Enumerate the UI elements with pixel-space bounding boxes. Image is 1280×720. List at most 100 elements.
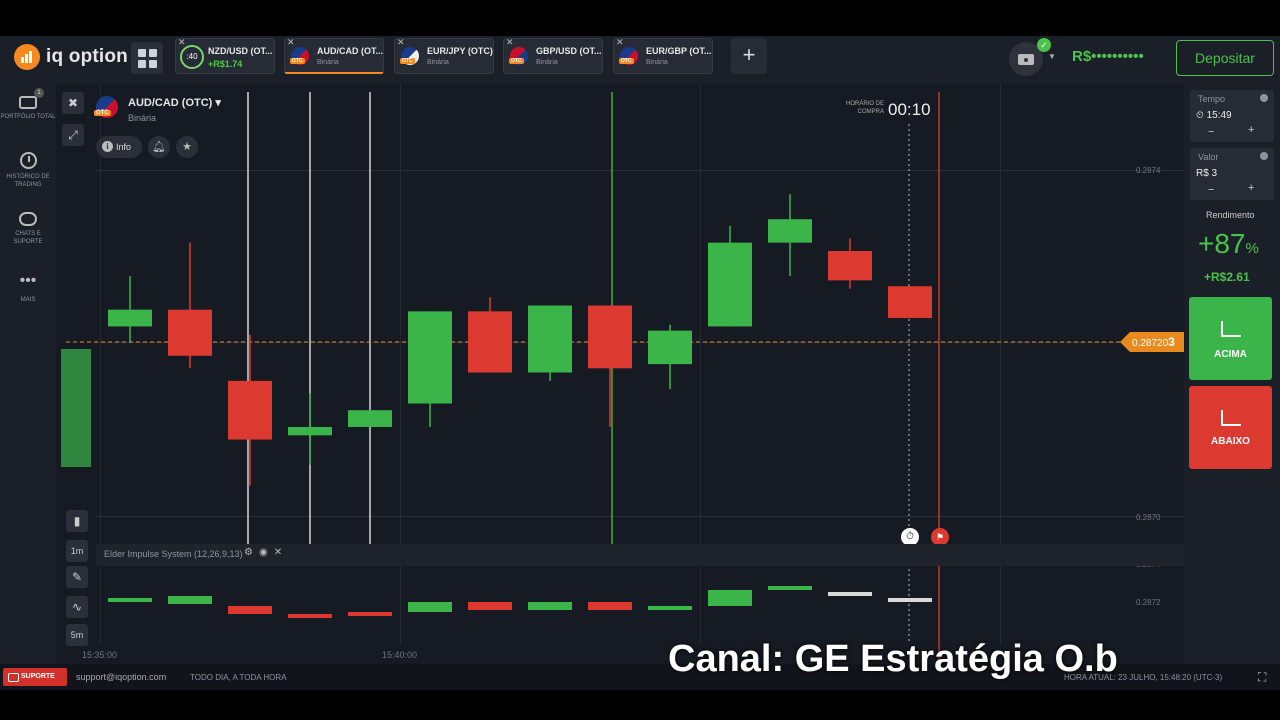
help-icon[interactable] — [1260, 152, 1268, 160]
expiry-time-field[interactable]: Tempo ⏲ 15:49 − + — [1190, 90, 1274, 142]
tab-nzd-usd[interactable]: ✕ :40 NZD/USD (OT... +R$1.74 — [175, 37, 275, 74]
indicator-label: Elder Impulse System (12,26,9,13) — [104, 549, 243, 559]
aud-cad-flag-icon: OTC — [94, 96, 118, 118]
candle-body — [168, 309, 212, 356]
help-icon[interactable] — [1260, 94, 1268, 102]
asset-selector[interactable]: AUD/CAD (OTC) ▾ — [128, 96, 221, 109]
close-tab-icon[interactable]: ✕ — [506, 37, 514, 48]
field-label: Tempo — [1198, 94, 1226, 104]
tab-type: Binária — [646, 59, 668, 66]
timeframe-1m-button[interactable]: 1m — [66, 540, 88, 562]
tab-label: EUR/GBP (OT... — [646, 46, 712, 56]
tab-label: EUR/JPY (OTC) — [427, 46, 493, 56]
expand-icon[interactable]: ⤢ — [62, 124, 84, 146]
gear-icon: ⚙ — [244, 547, 259, 558]
chevron-down-icon[interactable]: ▼ — [1048, 52, 1056, 61]
eur-jpy-flag-icon: OTC — [400, 47, 419, 65]
sidebar-item-more[interactable]: ••• MAIS — [0, 273, 56, 304]
impulse-bar — [828, 592, 872, 596]
account-balance[interactable]: R$•••••••••• — [1072, 48, 1144, 65]
close-tab-icon[interactable]: ✕ — [616, 37, 624, 48]
plus-button[interactable]: + — [1248, 124, 1254, 136]
asset-type: Binária — [128, 113, 157, 123]
aud-cad-flag-icon: OTC — [290, 47, 309, 65]
price-tick: 0.2874 — [1136, 166, 1161, 175]
price-tick: 0.2872 — [1136, 598, 1161, 607]
app-logo[interactable]: iq option — [14, 44, 128, 70]
timeframe-5m-button[interactable]: 5m — [66, 624, 88, 646]
channel-watermark: Canal: GE Estratégia O.b — [668, 638, 1118, 680]
sidebar-item-label: CHATS E SUPORTE — [13, 231, 43, 245]
support-email-link[interactable]: support@iqoption.com — [76, 672, 166, 682]
plus-button[interactable]: + — [1248, 182, 1254, 194]
support-button[interactable]: SUPORTE — [3, 668, 67, 686]
bell-icon[interactable]: 🔔︎ — [148, 136, 170, 158]
time-tick: 15:35:00 — [82, 650, 118, 660]
all-assets-grid-button[interactable] — [131, 42, 163, 74]
sidebar-item-portfolio[interactable]: 1 PORTFÓLIO TOTAL — [0, 88, 56, 121]
sidebar-item-label: MAIS — [20, 297, 36, 303]
tab-profit: +R$1.74 — [208, 59, 243, 69]
tab-type: Binária — [427, 59, 449, 66]
chart-type-button[interactable]: ▮ — [66, 510, 88, 532]
star-icon[interactable]: ★ — [176, 136, 198, 158]
close-icon: ✕ — [273, 547, 289, 558]
impulse-bar — [888, 598, 932, 602]
tab-eur-jpy[interactable]: ✕ OTC EUR/JPY (OTC) Binária — [394, 37, 494, 74]
tab-aud-cad[interactable]: ✕ OTC AUD/CAD (OT... Binária — [284, 37, 384, 74]
minus-button[interactable]: − — [1208, 126, 1214, 138]
tab-type: Binária — [536, 59, 558, 66]
impulse-bar — [228, 606, 272, 614]
sidebar-item-chat[interactable]: CHATS E SUPORTE — [0, 212, 56, 246]
briefcase-icon — [19, 96, 37, 109]
support-hours: TODO DIA, A TODA HORA — [190, 673, 287, 682]
close-tab-icon[interactable]: ✕ — [287, 37, 295, 48]
yield-percent: +87% — [1198, 228, 1259, 259]
tab-label: AUD/CAD (OT... — [317, 46, 383, 56]
sidebar-item-label: HISTÓRICO DE TRADING — [6, 174, 50, 188]
impulse-bar — [528, 602, 572, 610]
logo-icon — [14, 44, 40, 70]
candlestick-series — [61, 92, 1120, 664]
tab-gbp-usd[interactable]: ✕ OTC GBP/USD (OT... Binária — [503, 37, 603, 74]
sidebar-item-label: PORTFÓLIO TOTAL — [0, 114, 56, 120]
time-tick: 15:40:00 — [382, 650, 418, 660]
impulse-bar — [648, 606, 692, 610]
candle-body — [708, 242, 752, 327]
close-tab-icon[interactable]: ✕ — [397, 37, 405, 48]
impulse-bar — [588, 602, 632, 610]
impulse-bar — [288, 614, 332, 618]
candle-body — [588, 305, 632, 369]
fullscreen-icon[interactable]: ⛶ — [1258, 670, 1266, 685]
current-price-tag: 0.287203 — [1120, 332, 1184, 352]
candle-body — [108, 309, 152, 327]
minus-button[interactable]: − — [1208, 184, 1214, 196]
add-tab-button[interactable]: + — [731, 38, 767, 74]
field-value: R$ 3 — [1196, 168, 1218, 179]
info-button[interactable]: Info — [96, 136, 142, 158]
candle-body — [348, 410, 392, 427]
candle-body — [528, 305, 572, 373]
draw-tool-icon[interactable]: ✎ — [66, 566, 88, 588]
tab-label: GBP/USD (OT... — [536, 46, 602, 56]
call-up-button[interactable]: ACIMA — [1189, 297, 1272, 380]
deposit-button[interactable]: Depositar — [1176, 40, 1274, 76]
yield-gain: +R$2.61 — [1204, 270, 1250, 284]
portfolio-badge: 1 — [34, 88, 44, 98]
candle-body — [408, 311, 452, 404]
candle-body — [648, 330, 692, 365]
indicator-controls[interactable]: ⚙◉✕ — [244, 547, 288, 558]
impulse-bar — [108, 598, 152, 602]
amount-field[interactable]: Valor R$ 3 − + — [1190, 148, 1274, 200]
close-chart-button[interactable]: ✖ — [62, 92, 84, 114]
candle-body — [828, 251, 872, 281]
price-chart[interactable]: ✖ ⤢ OTC AUD/CAD (OTC) ▾ Binária Info 🔔︎ … — [56, 84, 1184, 664]
put-down-button[interactable]: ABAIXO — [1189, 386, 1272, 469]
tab-eur-gbp[interactable]: ✕ OTC EUR/GBP (OT... Binária — [613, 37, 713, 74]
sidebar-item-history[interactable]: HISTÓRICO DE TRADING — [0, 152, 56, 189]
purchase-time-label: HORÁRIO DE COMPRA — [845, 101, 884, 115]
gbp-usd-flag-icon: OTC — [509, 47, 528, 65]
indicators-icon[interactable]: ∿ — [66, 596, 88, 618]
expiry-timer: :40 — [180, 45, 204, 69]
candle-body — [768, 219, 812, 243]
